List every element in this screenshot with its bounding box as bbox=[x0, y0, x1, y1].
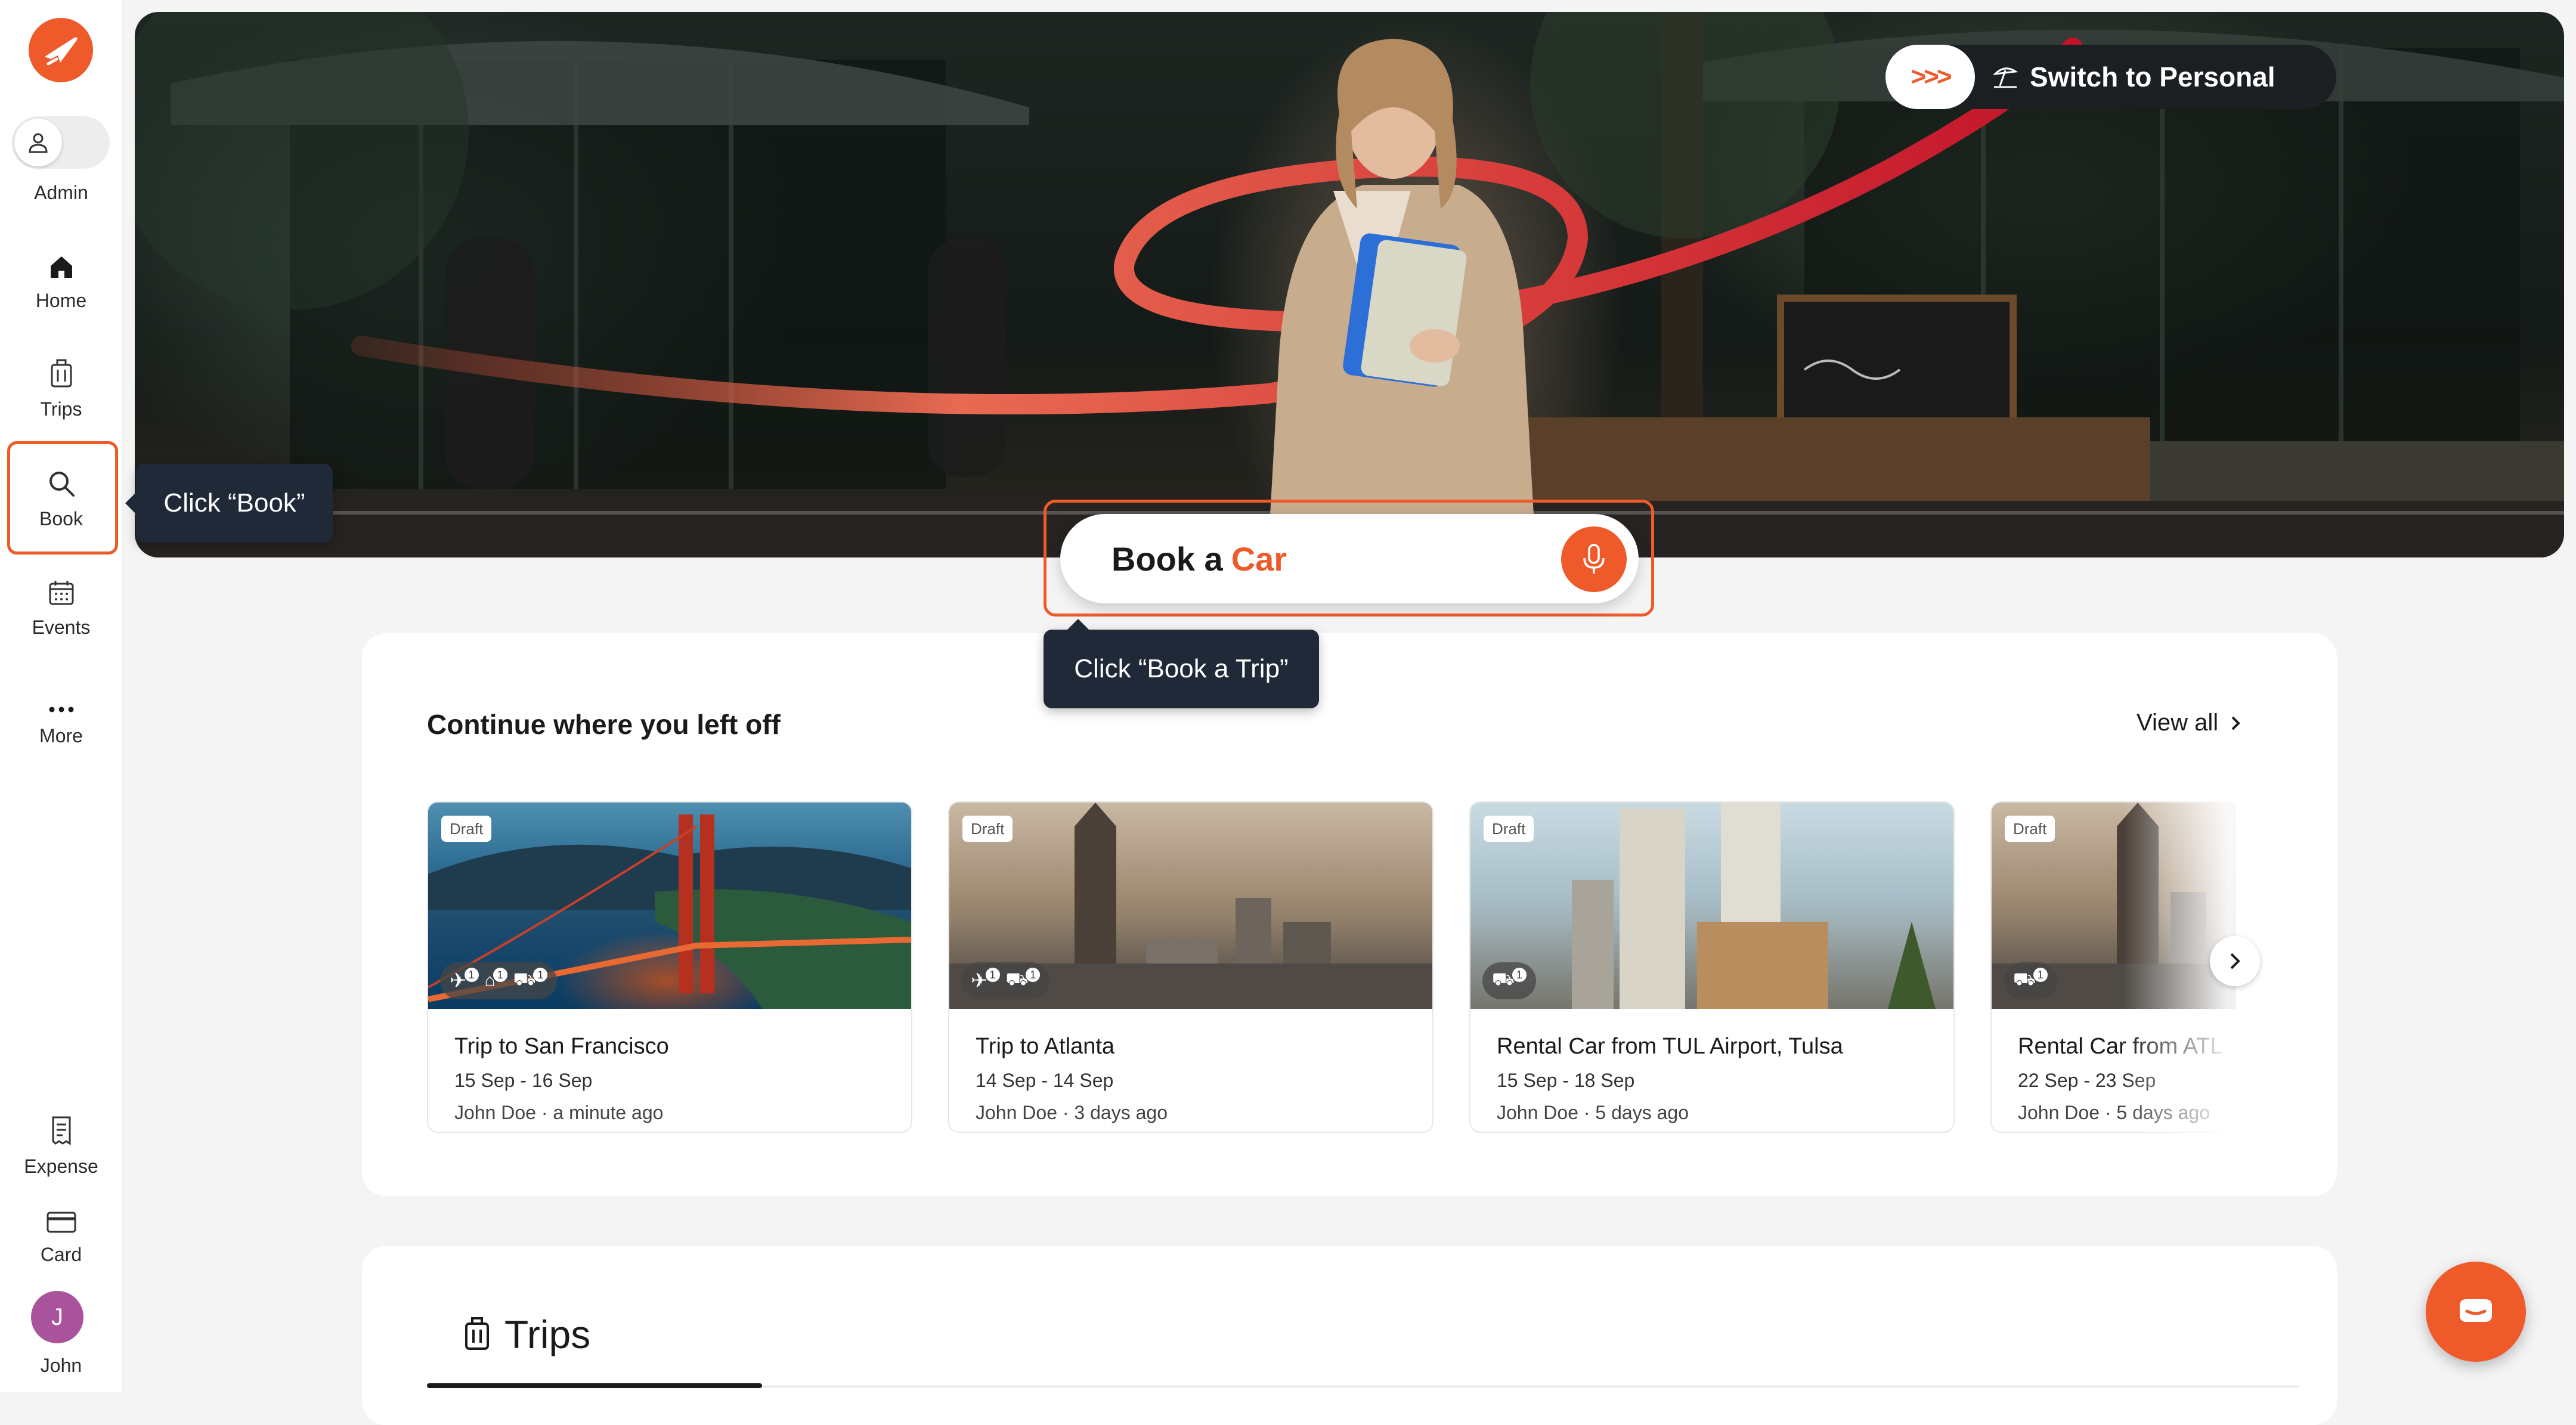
calendar-icon bbox=[49, 581, 73, 605]
sidebar-item-label: Trips bbox=[40, 398, 82, 420]
sidebar-item-home[interactable]: Home bbox=[0, 238, 122, 346]
tulsa-skyline-illustration bbox=[1572, 803, 1936, 1009]
count-badge: 1 bbox=[985, 968, 1000, 982]
trip-title: Trip to Atlanta bbox=[976, 1034, 1115, 1059]
trip-card-atlanta[interactable]: Draft ✈ 1 ⛟ 1 Trip to Atlanta 14 Sep - 1… bbox=[948, 801, 1433, 1133]
sidebar-item-label: More bbox=[39, 725, 83, 746]
count-badge: 1 bbox=[533, 968, 548, 982]
trip-card-tulsa[interactable]: Draft ⛟ 1 Rental Car from TUL Airport, T… bbox=[1469, 801, 1955, 1133]
trip-dates: 14 Sep - 14 Sep bbox=[976, 1070, 1114, 1091]
sidebar: Admin Home Trips Book Events More Expens… bbox=[0, 0, 123, 1392]
switch-to-personal-label[interactable]: Switch to Personal bbox=[1992, 45, 2275, 109]
chevron-right-icon bbox=[2230, 953, 2240, 969]
count-badge: 1 bbox=[2033, 968, 2048, 982]
view-all-link[interactable]: View all bbox=[2137, 710, 2242, 736]
home-icon bbox=[50, 256, 72, 278]
sidebar-item-more[interactable]: More bbox=[0, 674, 122, 781]
microphone-icon bbox=[1583, 544, 1605, 574]
trip-card-san-francisco[interactable]: Draft ✈ 1 ⌂ 1 ⛟ 1 Trip to San Francisco … bbox=[427, 801, 912, 1133]
trip-image bbox=[1470, 803, 1953, 1009]
trip-meta: John Doe · 3 days ago bbox=[976, 1102, 1168, 1123]
more-icon bbox=[49, 707, 73, 712]
luggage-icon bbox=[51, 359, 72, 388]
app-logo[interactable] bbox=[29, 18, 93, 82]
chevrons-right-icon[interactable]: >>> bbox=[1885, 45, 1975, 109]
book-highlight-frame bbox=[7, 441, 118, 554]
voice-input-button[interactable] bbox=[1561, 526, 1627, 592]
book-a-trip-text[interactable]: Book a Car bbox=[1111, 514, 1287, 603]
receipt-icon bbox=[52, 1116, 70, 1145]
search-prefix: Book a bbox=[1111, 540, 1223, 578]
flight-icon: ✈ bbox=[971, 969, 988, 992]
tooltip-click-book-a-trip: Click “Book a Trip” bbox=[1044, 619, 1319, 708]
tooltip-click-book: Click “Book” bbox=[125, 464, 333, 543]
draft-badge: Draft bbox=[1484, 816, 1534, 842]
luggage-icon bbox=[465, 1317, 489, 1350]
flight-icon: ✈ bbox=[450, 969, 467, 992]
card-icon bbox=[47, 1212, 76, 1233]
chat-button[interactable] bbox=[2426, 1262, 2526, 1362]
tab-active-indicator bbox=[427, 1383, 762, 1388]
switch-text: Switch to Personal bbox=[2030, 61, 2275, 92]
booking-icons: ✈ 1 ⌂ 1 ⛟ 1 bbox=[440, 962, 558, 999]
user-name: John bbox=[40, 1355, 82, 1376]
sidebar-item-card[interactable]: Card bbox=[0, 1192, 122, 1300]
admin-toggle-knob bbox=[14, 119, 62, 166]
sidebar-item-label: Expense bbox=[24, 1156, 98, 1177]
admin-toggle[interactable] bbox=[12, 116, 110, 169]
trip-title: Rental Car from TUL Airport, Tulsa bbox=[1497, 1034, 1843, 1059]
draft-badge: Draft bbox=[441, 816, 492, 842]
car-icon: ⛟ bbox=[1492, 969, 1515, 989]
trip-dates: 15 Sep - 18 Sep bbox=[1497, 1070, 1635, 1091]
car-icon: ⛟ bbox=[1005, 969, 1029, 989]
continue-section-title: Continue where you left off bbox=[427, 709, 781, 740]
count-badge: 1 bbox=[1512, 968, 1527, 982]
user-avatar[interactable]: J bbox=[31, 1291, 83, 1343]
trip-title: Trip to San Francisco bbox=[454, 1034, 669, 1059]
trip-dates: 15 Sep - 16 Sep bbox=[454, 1070, 593, 1091]
count-badge: 1 bbox=[1026, 968, 1041, 982]
trips-section bbox=[362, 1246, 2337, 1425]
sidebar-item-label: Card bbox=[40, 1244, 82, 1265]
beach-umbrella-icon bbox=[1992, 67, 2018, 88]
view-all-label: View all bbox=[2137, 710, 2219, 736]
booking-icons: ⛟ 1 bbox=[1482, 962, 1536, 999]
chevron-right-icon bbox=[2231, 716, 2240, 730]
booking-icons: ✈ 1 ⛟ 1 bbox=[961, 962, 1050, 999]
user-icon bbox=[29, 133, 48, 153]
trip-meta: John Doe · 5 days ago bbox=[1497, 1102, 1689, 1123]
draft-badge: Draft bbox=[962, 816, 1013, 842]
trips-heading[interactable]: Trips bbox=[504, 1312, 590, 1357]
chat-icon bbox=[2460, 1299, 2492, 1322]
carousel-next-button[interactable] bbox=[2210, 936, 2260, 986]
sidebar-item-label: Events bbox=[32, 617, 91, 638]
draft-badge: Draft bbox=[2005, 816, 2055, 842]
sidebar-item-label: Home bbox=[35, 290, 87, 311]
count-badge: 1 bbox=[464, 968, 479, 982]
search-highlight: Car bbox=[1231, 540, 1287, 578]
sidebar-item-trips[interactable]: Trips bbox=[0, 347, 122, 454]
count-badge: 1 bbox=[493, 968, 507, 982]
car-icon: ⛟ bbox=[2013, 969, 2036, 989]
car-icon: ⛟ bbox=[513, 969, 536, 989]
booking-icons: ⛟ 1 bbox=[2004, 962, 2057, 999]
plane-logo-icon bbox=[45, 37, 78, 66]
trip-meta: John Doe · a minute ago bbox=[454, 1102, 664, 1123]
admin-label: Admin bbox=[34, 182, 88, 203]
sidebar-item-events[interactable]: Events bbox=[0, 565, 122, 673]
